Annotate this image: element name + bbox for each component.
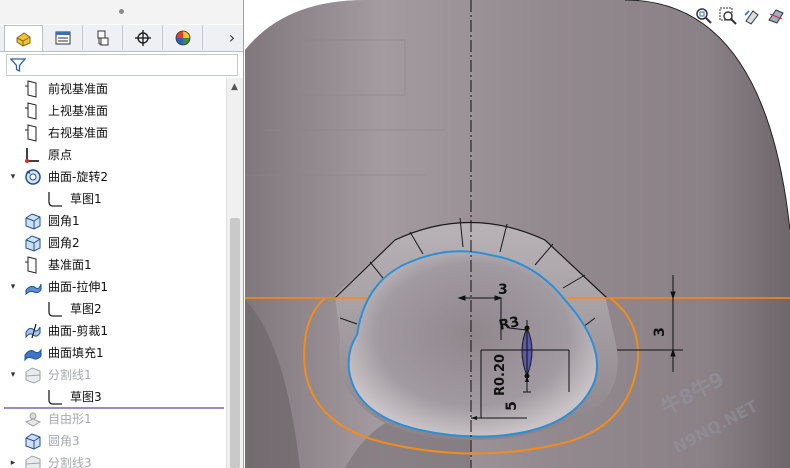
sketch-icon bbox=[46, 190, 64, 208]
surface-revolve-icon bbox=[24, 168, 42, 186]
dimension-width-label[interactable]: 3 bbox=[498, 282, 508, 298]
tree-item[interactable]: 草图2 bbox=[0, 298, 226, 320]
section-view-button[interactable] bbox=[766, 6, 786, 26]
sketch-icon bbox=[46, 300, 64, 318]
tree-item[interactable]: 原点 bbox=[0, 144, 226, 166]
tree-item-label: 圆角2 bbox=[48, 236, 80, 250]
fillet-icon bbox=[24, 212, 42, 230]
zoom-to-fit-icon bbox=[696, 8, 712, 24]
plane-icon bbox=[24, 124, 42, 142]
surface-fill-icon bbox=[24, 344, 42, 362]
tree-item-label: 分割线1 bbox=[48, 368, 92, 382]
tree-item[interactable]: 曲面-剪裁1 bbox=[0, 320, 226, 342]
tree-item-label: 上视基准面 bbox=[48, 104, 109, 118]
tree-item[interactable]: 圆角3 bbox=[0, 430, 226, 452]
tree-item-label: 曲面填充1 bbox=[48, 346, 104, 360]
plane-icon bbox=[24, 80, 42, 98]
expand-arrow-icon[interactable]: ▸ bbox=[8, 458, 18, 468]
tree-item[interactable]: ▾ 曲面-旋转2 bbox=[0, 166, 226, 188]
freeform-icon bbox=[24, 410, 42, 428]
configuration-manager-icon bbox=[97, 30, 109, 45]
section-view-icon bbox=[768, 9, 784, 24]
tab-display-manager[interactable] bbox=[164, 25, 203, 50]
split-line-icon bbox=[24, 454, 42, 468]
tab-more-button[interactable]: › bbox=[222, 25, 242, 50]
feature-manager-panel: › 前视基准面上视基准面右视基准面原点 ▾ 曲面-旋转2 草图1 圆角1 圆角2 基准面1 ▾… bbox=[0, 0, 244, 468]
property-manager-icon bbox=[55, 31, 71, 44]
manager-tabs: › bbox=[0, 25, 243, 52]
previous-view-button[interactable] bbox=[742, 6, 762, 26]
surface-extrude-icon bbox=[24, 278, 42, 296]
graphics-viewport[interactable]: 3 3 R3 R0.20 5 牛8牛9 N9NQ.NET bbox=[245, 0, 790, 468]
collapse-arrow-icon[interactable]: ▾ bbox=[8, 172, 18, 182]
tree-item-label: 右视基准面 bbox=[48, 126, 109, 140]
tree-item[interactable]: 曲面填充1 bbox=[0, 342, 226, 364]
tree-filter-field[interactable] bbox=[6, 54, 238, 76]
tree-item[interactable]: ▾ 曲面-拉伸1 bbox=[0, 276, 226, 298]
scroll-up-arrow[interactable]: ▲ bbox=[231, 82, 238, 92]
tree-item-label: 曲面-拉伸1 bbox=[48, 280, 108, 294]
tab-feature-manager[interactable] bbox=[4, 25, 43, 51]
tree-item-label: 前视基准面 bbox=[48, 82, 109, 96]
filter-icon bbox=[10, 58, 26, 73]
tree-item-label: 草图3 bbox=[70, 390, 102, 404]
surface-trim-icon bbox=[24, 322, 42, 340]
scroll-thumb[interactable] bbox=[230, 218, 240, 468]
tree-item-label: 曲面-剪裁1 bbox=[48, 324, 108, 338]
feature-manager-icon bbox=[16, 31, 30, 47]
split-line-icon bbox=[24, 366, 42, 384]
tree-item-label: 圆角1 bbox=[48, 214, 80, 228]
dimension-height-label[interactable]: 3 bbox=[652, 327, 668, 337]
plane-icon bbox=[24, 256, 42, 274]
collapse-arrow-icon[interactable]: ▾ bbox=[8, 370, 18, 380]
tab-configuration-manager[interactable] bbox=[84, 25, 123, 50]
tree-item[interactable]: 自由形1 bbox=[0, 408, 226, 430]
grip-dot bbox=[119, 9, 124, 14]
panel-grip[interactable] bbox=[0, 0, 243, 24]
feature-tree: 前视基准面上视基准面右视基准面原点 ▾ 曲面-旋转2 草图1 圆角1 圆角2 基准面1 ▾ 曲面… bbox=[0, 78, 226, 468]
dimension-offset-label[interactable]: 5 bbox=[504, 401, 520, 411]
tree-item-label: 基准面1 bbox=[48, 258, 92, 272]
tree-item[interactable]: 圆角1 bbox=[0, 210, 226, 232]
tree-item[interactable]: ▾ 分割线1 bbox=[0, 364, 226, 386]
tab-dimxpert-manager[interactable] bbox=[124, 25, 163, 50]
tree-item-label: 圆角3 bbox=[48, 434, 80, 448]
display-manager-icon bbox=[175, 30, 191, 45]
tree-item[interactable]: 基准面1 bbox=[0, 254, 226, 276]
zoom-to-fit-button[interactable] bbox=[694, 6, 714, 26]
tree-item-label: 自由形1 bbox=[48, 412, 92, 426]
tree-item-label: 分割线3 bbox=[48, 456, 92, 468]
tree-item[interactable]: 草图1 bbox=[0, 188, 226, 210]
tree-scrollbar[interactable]: ▲ bbox=[226, 78, 243, 468]
zoom-to-area-icon bbox=[719, 7, 737, 25]
heads-up-view-toolbar bbox=[694, 6, 786, 26]
tree-item[interactable]: 上视基准面 bbox=[0, 100, 226, 122]
collapse-arrow-icon[interactable]: ▾ bbox=[8, 282, 18, 292]
tree-item-label: 草图1 bbox=[70, 192, 102, 206]
origin-icon bbox=[24, 146, 42, 164]
dimxpert-icon bbox=[135, 29, 151, 46]
tab-property-manager[interactable] bbox=[44, 25, 83, 50]
fillet-icon bbox=[24, 234, 42, 252]
plane-icon bbox=[24, 102, 42, 120]
zoom-to-area-button[interactable] bbox=[718, 6, 738, 26]
tree-item[interactable]: 圆角2 bbox=[0, 232, 226, 254]
tree-item-label: 原点 bbox=[48, 148, 73, 162]
tree-item-label: 草图2 bbox=[70, 302, 102, 316]
tree-item-label: 曲面-旋转2 bbox=[48, 170, 108, 184]
rollback-bar[interactable] bbox=[4, 407, 224, 409]
tree-item[interactable]: 草图3 bbox=[0, 386, 226, 408]
fillet-icon bbox=[24, 432, 42, 450]
tree-item[interactable]: ▸ 分割线3 bbox=[0, 452, 226, 468]
sketch-icon bbox=[46, 388, 64, 406]
previous-view-icon bbox=[744, 10, 759, 25]
tree-item[interactable]: 右视基准面 bbox=[0, 122, 226, 144]
tree-item[interactable]: 前视基准面 bbox=[0, 78, 226, 100]
dimension-radius-small-label[interactable]: R0.20 bbox=[493, 354, 508, 396]
